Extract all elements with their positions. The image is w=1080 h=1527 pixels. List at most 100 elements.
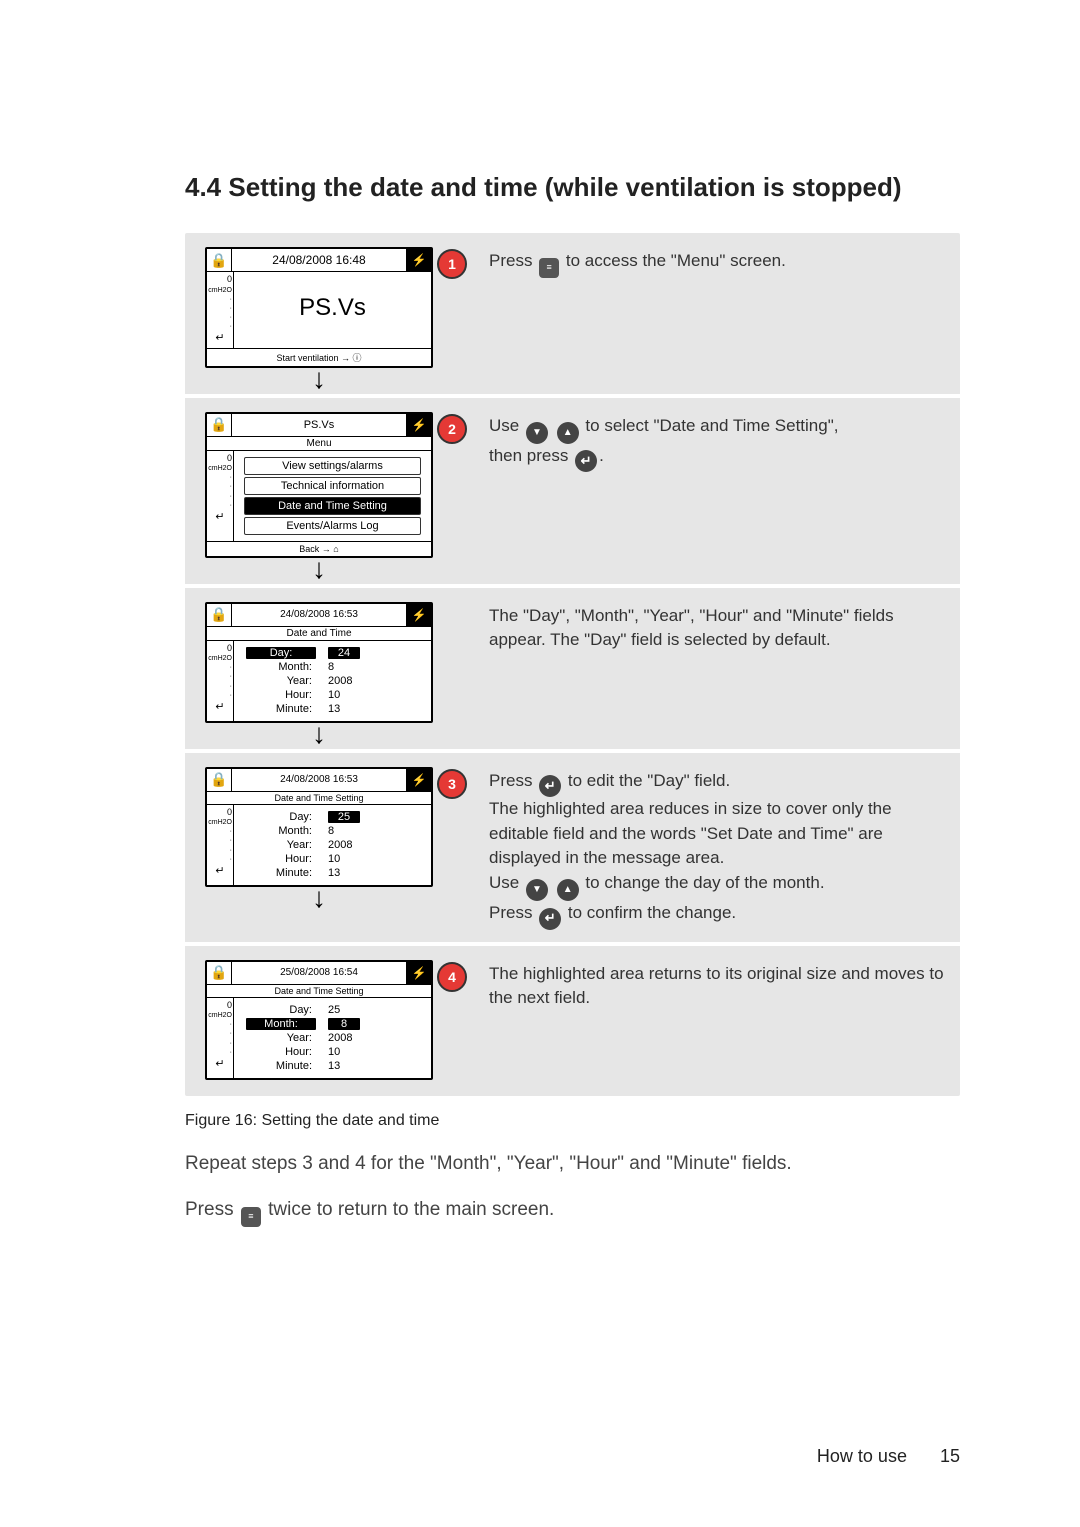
lock-icon: 🔒 [207,962,232,984]
battery-icon: ⚡ [406,249,431,271]
field-month-label: Month: [246,825,316,837]
step-4-text: Press to edit the "Day" field. The highl… [489,769,944,930]
field-month-label: Month: [246,1018,316,1030]
field-minute-value: 13 [322,703,382,715]
field-day-value: 25 [328,811,360,823]
menu-item: Technical information [244,477,421,495]
page-footer: How to use 15 [817,1446,960,1467]
screen-5: 🔒 25/08/2008 16:54 ⚡ Date and Time Setti… [201,960,437,1080]
section-title-text: Setting the date and time (while ventila… [228,172,901,202]
field-year-value: 2008 [322,839,382,851]
lock-icon: 🔒 [207,604,232,626]
screen5-sub: Date and Time Setting [207,985,431,998]
menu-button-icon: ≡ [539,258,559,278]
field-day-label: Day: [246,811,316,823]
screen1-footer: Start ventilation → ⓘ [207,348,431,366]
battery-icon: ⚡ [406,604,431,626]
scale-unit: cmH2O [208,286,232,295]
menu-item: View settings/alarms [244,457,421,475]
step-5-row: 🔒 25/08/2008 16:54 ⚡ Date and Time Setti… [185,946,960,1096]
field-year-value: 2008 [322,1032,382,1044]
screen-1: 🔒 24/08/2008 16:48 ⚡ 0 cmH2O ···· ↵ PS.V… [201,247,437,385]
field-month-value: 8 [328,1018,360,1030]
pressure-scale: 0 cmH2O ···· ↵ [207,641,234,721]
s1-pre: Press [489,251,537,270]
screen-2: 🔒 PS.Vs ⚡ Menu 0 cmH2O ···· ↵ [201,412,437,576]
field-year-label: Year: [246,839,316,851]
field-year-value: 2008 [322,675,382,687]
field-year-label: Year: [246,1032,316,1044]
enter-button-icon [575,450,597,472]
field-day-label: Day: [246,1004,316,1016]
footer-label: How to use [817,1446,907,1466]
step-1-row: 🔒 24/08/2008 16:48 ⚡ 0 cmH2O ···· ↵ PS.V… [185,233,960,393]
field-minute-value: 13 [322,867,382,879]
screen2-sub: Menu [207,437,431,451]
down-arrow-icon: ↓ [312,370,326,388]
field-day-value: 24 [328,647,360,659]
field-hour-value: 10 [322,853,382,865]
field-minute-value: 13 [322,1060,382,1072]
figure-caption: Figure 16: Setting the date and time [185,1112,960,1130]
step-5-text: The highlighted area returns to its orig… [489,962,944,1011]
step-4-row: 🔒 24/08/2008 16:53 ⚡ Date and Time Setti… [185,753,960,942]
down-arrow-icon: ↓ [312,889,326,907]
screen4-sub: Date and Time Setting [207,792,431,805]
up-button-icon [557,879,579,901]
up-button-icon [557,422,579,444]
screen5-date: 25/08/2008 16:54 [232,967,406,978]
menu-item: Events/Alarms Log [244,517,421,535]
device-screen-3: 🔒 24/08/2008 16:53 ⚡ Date and Time 0 cmH… [205,602,433,723]
step-3-badge: 3 [437,769,467,799]
date-fields: Day:25 Month:8 Year:2008 Hour:10 Minute:… [246,811,419,879]
lock-icon: 🔒 [207,769,232,791]
menu-list: View settings/alarms Technical informati… [244,457,421,535]
field-month-value: 8 [322,825,382,837]
field-minute-label: Minute: [246,1060,316,1072]
scale-zero: 0 [208,274,232,286]
page-number: 15 [940,1446,960,1466]
menu-item-selected: Date and Time Setting [244,497,421,515]
field-day-value: 25 [322,1004,382,1016]
field-hour-label: Hour: [246,689,316,701]
enter-button-icon [539,775,561,797]
field-month-value: 8 [322,661,382,673]
pressure-scale: 0 cmH2O ···· ↵ [207,805,234,885]
device-screen-1: 🔒 24/08/2008 16:48 ⚡ 0 cmH2O ···· ↵ PS.V… [205,247,433,367]
down-button-icon [526,422,548,444]
field-month-label: Month: [246,661,316,673]
screen3-date: 24/08/2008 16:53 [232,609,406,620]
enter-button-icon [539,908,561,930]
screen2-title: PS.Vs [232,419,406,431]
device-screen-2: 🔒 PS.Vs ⚡ Menu 0 cmH2O ···· ↵ [205,412,433,558]
screen2-footer: Back → ⌂ [207,541,431,556]
step-2-row: 🔒 PS.Vs ⚡ Menu 0 cmH2O ···· ↵ [185,398,960,584]
pressure-scale: 0 cmH2O ···· ↵ [207,451,234,541]
step-3-row: 🔒 24/08/2008 16:53 ⚡ Date and Time 0 cmH… [185,588,960,749]
mode-label: PS.Vs [238,276,427,336]
step-3-text: The "Day", "Month", "Year", "Hour" and "… [489,604,944,653]
field-hour-value: 10 [322,1046,382,1058]
date-fields: Day:25 Month:8 Year:2008 Hour:10 Minute:… [246,1004,419,1072]
field-minute-label: Minute: [246,703,316,715]
screen3-sub: Date and Time [207,627,431,641]
down-button-icon [526,879,548,901]
battery-icon: ⚡ [406,962,431,984]
pressure-scale: 0 cmH2O ···· ↵ [207,272,234,347]
device-screen-5: 🔒 25/08/2008 16:54 ⚡ Date and Time Setti… [205,960,433,1080]
battery-icon: ⚡ [406,769,431,791]
section-title: 4.4 Setting the date and time (while ven… [185,170,960,205]
s1-post: to access the "Menu" screen. [561,251,786,270]
figure-area: 🔒 24/08/2008 16:48 ⚡ 0 cmH2O ···· ↵ PS.V… [185,233,960,1095]
lock-icon: 🔒 [207,414,232,436]
step-2-text: Use to select "Date and Time Setting", t… [489,414,944,473]
step-1-text: Press ≡ to access the "Menu" screen. [489,249,944,278]
screen-4: 🔒 24/08/2008 16:53 ⚡ Date and Time Setti… [201,767,437,905]
screen1-date: 24/08/2008 16:48 [232,253,406,267]
field-minute-label: Minute: [246,867,316,879]
field-year-label: Year: [246,675,316,687]
screen-3: 🔒 24/08/2008 16:53 ⚡ Date and Time 0 cmH… [201,602,437,741]
field-hour-value: 10 [322,689,382,701]
screen4-date: 24/08/2008 16:53 [232,774,406,785]
device-screen-4: 🔒 24/08/2008 16:53 ⚡ Date and Time Setti… [205,767,433,887]
